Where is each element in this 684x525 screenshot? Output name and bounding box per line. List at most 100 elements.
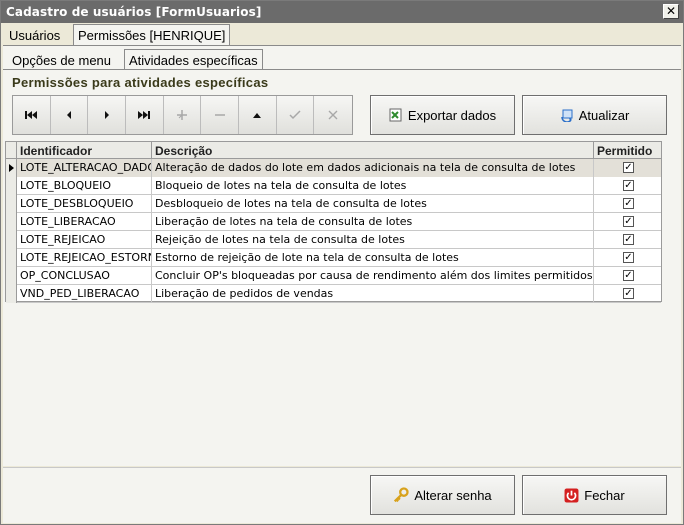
change-password-button[interactable]: Alterar senha xyxy=(370,475,515,515)
export-data-button[interactable]: Exportar dados xyxy=(370,95,515,135)
nav-first-button[interactable] xyxy=(13,96,51,134)
db-navigator xyxy=(12,95,353,135)
post-check-icon xyxy=(289,110,301,120)
cell-permitido[interactable]: ✓ xyxy=(594,231,661,249)
row-indicator[interactable] xyxy=(6,285,17,303)
row-indicator[interactable] xyxy=(6,267,17,285)
cell-identificador[interactable]: LOTE_DESBLOQUEIO xyxy=(17,195,152,213)
cell-permitido[interactable]: ✓ xyxy=(594,159,661,177)
cell-permitido[interactable]: ✓ xyxy=(594,285,661,303)
cell-permitido[interactable]: ✓ xyxy=(594,249,661,267)
cell-identificador[interactable]: LOTE_REJEICAO xyxy=(17,231,152,249)
table-row[interactable]: LOTE_REJEICAO_ESTORNO Estorno de rejeição… xyxy=(6,249,661,267)
cancel-x-icon xyxy=(328,110,338,120)
cell-identificador[interactable]: LOTE_ALTERACAO_DADOS xyxy=(17,159,152,177)
cell-descricao[interactable]: Concluir OP's bloqueadas por causa de re… xyxy=(152,267,594,285)
subtab-divider xyxy=(3,69,681,70)
table-row[interactable]: LOTE_DESBLOQUEIO Desbloqueio de lotes na … xyxy=(6,195,661,213)
row-indicator[interactable] xyxy=(6,213,17,231)
edit-record-icon xyxy=(253,113,262,118)
table-row[interactable]: LOTE_BLOQUEIO Bloqueio de lotes na tela d… xyxy=(6,177,661,195)
table-row[interactable]: LOTE_LIBERACAO Liberação de lotes na tela… xyxy=(6,213,661,231)
first-record-icon xyxy=(25,111,38,119)
cell-identificador[interactable]: VND_PED_LIBERACAO xyxy=(17,285,152,303)
cell-descricao[interactable]: Alteração de dados do lote em dados adic… xyxy=(152,159,594,177)
table-row[interactable]: LOTE_REJEICAO Rejeição de lotes na tela d… xyxy=(6,231,661,249)
title-bar[interactable]: Cadastro de usuários [FormUsuarios] ✕ xyxy=(1,1,683,23)
row-indicator[interactable] xyxy=(6,231,17,249)
insert-record-icon xyxy=(177,110,188,120)
tab-usuarios[interactable]: Usuários xyxy=(5,25,64,46)
permitido-checkbox[interactable]: ✓ xyxy=(623,252,634,263)
cell-descricao[interactable]: Liberação de pedidos de vendas xyxy=(152,285,594,303)
cell-descricao[interactable]: Rejeição de lotes na tela de consulta de… xyxy=(152,231,594,249)
permitido-checkbox[interactable]: ✓ xyxy=(623,180,634,191)
nav-prior-button[interactable] xyxy=(50,96,89,134)
permitido-checkbox[interactable]: ✓ xyxy=(623,288,634,299)
table-row[interactable]: VND_PED_LIBERACAO Liberação de pedidos de… xyxy=(6,285,661,303)
current-row-indicator-icon[interactable] xyxy=(6,159,17,177)
key-icon xyxy=(394,487,409,503)
subtab-opcoes-menu[interactable]: Opções de menu xyxy=(8,50,115,70)
delete-record-icon xyxy=(214,114,225,116)
refresh-icon xyxy=(560,109,573,122)
nav-insert-button[interactable] xyxy=(163,96,202,134)
tab-permissoes[interactable]: Permissões [HENRIQUE] xyxy=(73,24,231,46)
permitido-checkbox[interactable]: ✓ xyxy=(623,216,634,227)
refresh-button[interactable]: Atualizar xyxy=(522,95,667,135)
permitido-checkbox[interactable]: ✓ xyxy=(623,270,634,281)
nav-next-button[interactable] xyxy=(88,96,127,134)
grid-header: Identificador Descrição Permitido xyxy=(6,142,661,159)
export-data-label: Exportar dados xyxy=(407,107,497,123)
tab-label: Permissões [HENRIQUE] xyxy=(78,28,226,43)
change-password-label: Alterar senha xyxy=(414,487,492,503)
subtab-atividades[interactable]: Atividades específicas xyxy=(124,49,263,70)
row-indicator[interactable] xyxy=(6,195,17,213)
nav-post-button[interactable] xyxy=(276,96,315,134)
cell-descricao[interactable]: Desbloqueio de lotes na tela de consulta… xyxy=(152,195,594,213)
close-button[interactable]: Fechar xyxy=(522,475,667,515)
nav-cancel-button[interactable] xyxy=(314,96,353,134)
last-record-icon xyxy=(138,111,151,119)
cell-identificador[interactable]: LOTE_REJEICAO_ESTORNO xyxy=(17,249,152,267)
prior-record-icon xyxy=(67,111,71,119)
section-title: Permissões para atividades específicas xyxy=(12,75,269,90)
cell-permitido[interactable]: ✓ xyxy=(594,267,661,285)
tab-label: Usuários xyxy=(9,28,61,43)
cell-permitido[interactable]: ✓ xyxy=(594,195,661,213)
power-off-icon xyxy=(564,488,579,502)
cell-descricao[interactable]: Liberação de lotes na tela de consulta d… xyxy=(152,213,594,231)
table-row[interactable]: LOTE_ALTERACAO_DADOS Alteração de dados d… xyxy=(6,159,661,177)
subtab-label: Atividades específicas xyxy=(129,53,258,68)
permitido-checkbox[interactable]: ✓ xyxy=(623,162,634,173)
indicator-header xyxy=(6,142,17,159)
subtab-label: Opções de menu xyxy=(12,53,112,68)
row-indicator[interactable] xyxy=(6,177,17,195)
next-record-icon xyxy=(104,111,109,119)
row-indicator[interactable] xyxy=(6,249,17,267)
permitido-checkbox[interactable]: ✓ xyxy=(623,198,634,209)
permissions-grid[interactable]: Identificador Descrição Permitido LOTE_A… xyxy=(5,141,662,303)
cell-identificador[interactable]: OP_CONCLUSAO xyxy=(17,267,152,285)
cell-permitido[interactable]: ✓ xyxy=(594,213,661,231)
export-excel-icon xyxy=(389,108,402,122)
table-row[interactable]: OP_CONCLUSAO Concluir OP's bloqueadas por… xyxy=(6,267,661,285)
window-title: Cadastro de usuários [FormUsuarios] xyxy=(6,5,262,19)
nav-delete-button[interactable] xyxy=(201,96,240,134)
cell-permitido[interactable]: ✓ xyxy=(594,177,661,195)
main-window: Cadastro de usuários [FormUsuarios] ✕ Us… xyxy=(0,0,684,525)
close-label: Fechar xyxy=(584,487,625,503)
column-header-permitido[interactable]: Permitido xyxy=(594,142,661,159)
cell-descricao[interactable]: Bloqueio de lotes na tela de consulta de… xyxy=(152,177,594,195)
cell-identificador[interactable]: LOTE_BLOQUEIO xyxy=(17,177,152,195)
permitido-checkbox[interactable]: ✓ xyxy=(623,234,634,245)
refresh-label: Atualizar xyxy=(578,107,630,123)
cell-descricao[interactable]: Estorno de rejeição de lote na tela de c… xyxy=(152,249,594,267)
nav-edit-button[interactable] xyxy=(239,96,277,134)
close-icon: ✕ xyxy=(665,4,677,18)
column-header-descricao[interactable]: Descrição xyxy=(152,142,594,159)
nav-last-button[interactable] xyxy=(126,96,164,134)
column-header-identificador[interactable]: Identificador xyxy=(17,142,152,159)
cell-identificador[interactable]: LOTE_LIBERACAO xyxy=(17,213,152,231)
close-window-button[interactable]: ✕ xyxy=(663,4,679,19)
